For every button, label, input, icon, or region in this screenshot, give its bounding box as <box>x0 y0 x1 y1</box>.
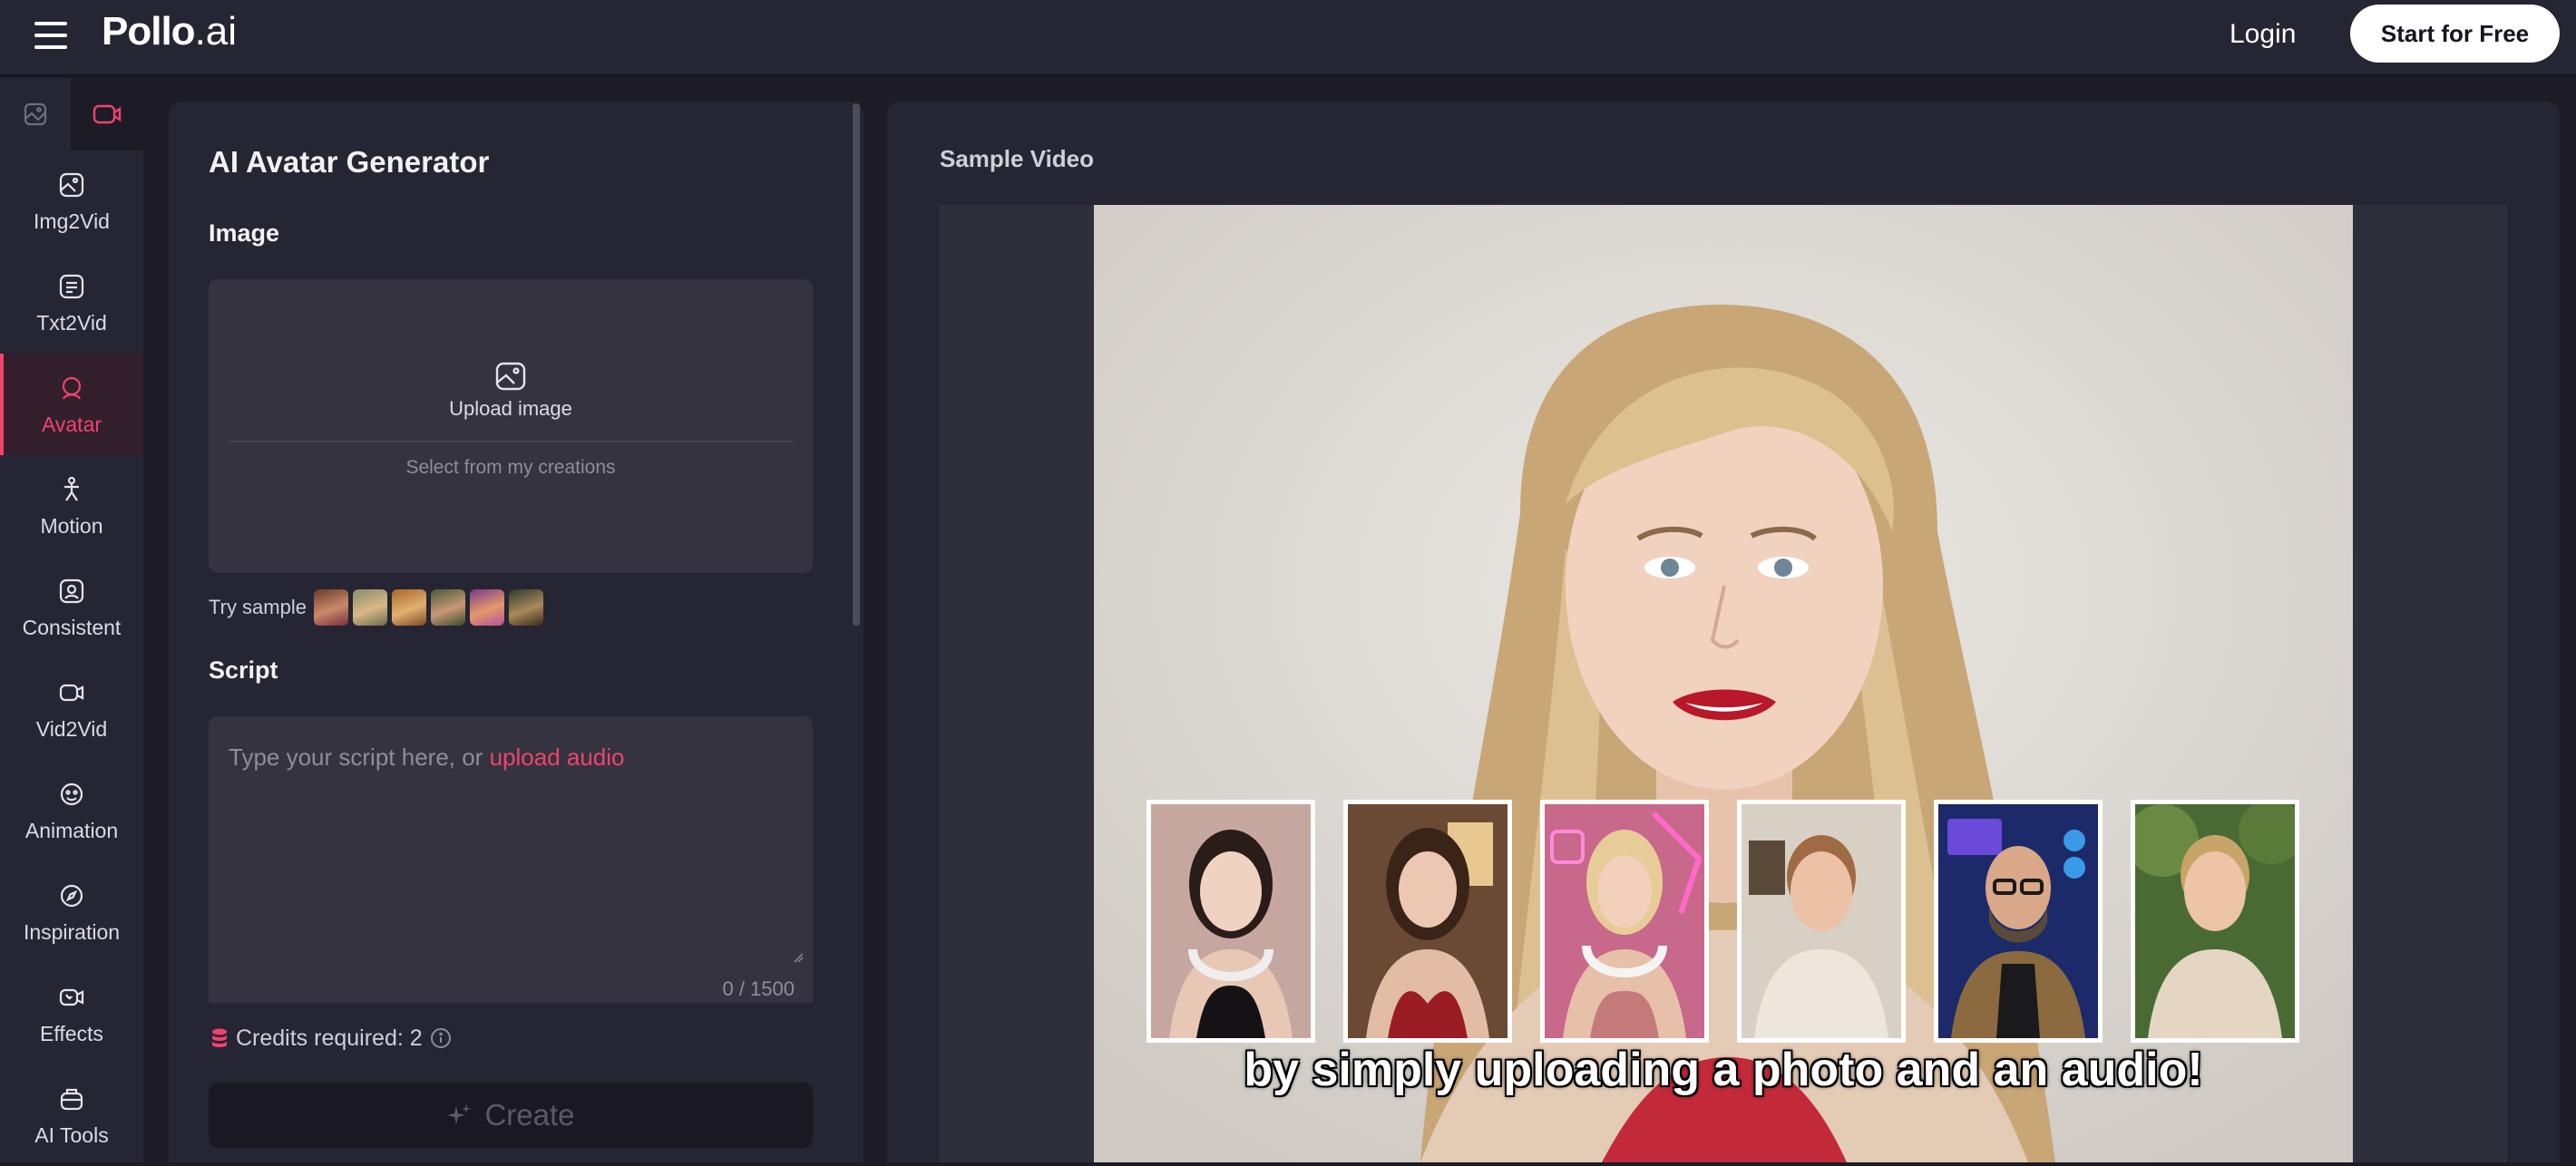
upload-audio-link[interactable]: upload audio <box>490 743 625 771</box>
sample-thumbnail[interactable] <box>313 589 348 626</box>
sidebar-item-effects[interactable]: Effects <box>0 963 143 1064</box>
video-caption: by simply uploading a photo and an audio… <box>1244 1044 2203 1096</box>
sidebar-item-ai-tools[interactable]: AI Tools <box>0 1064 143 1166</box>
sparkle-icon <box>447 1104 472 1124</box>
sidebar-item-label: Effects <box>40 1021 103 1045</box>
sample-avatar-card <box>1147 800 1315 1043</box>
avatar-icon <box>56 373 87 403</box>
sample-avatar-card <box>1343 800 1512 1043</box>
avatar-photo <box>1545 804 1704 1038</box>
sidebar-item-label: Animation <box>24 818 119 842</box>
avatar-photo <box>1348 804 1508 1038</box>
sample-avatar-card <box>2131 800 2299 1043</box>
sidebar-item-img2vid[interactable]: Img2Vid <box>0 151 143 252</box>
sidebar-item-animation[interactable]: Animation <box>0 760 143 861</box>
sidebar-item-label: Consistent <box>22 615 122 639</box>
hamburger-icon[interactable] <box>34 22 69 49</box>
sidebar-item-motion[interactable]: Motion <box>0 455 143 557</box>
login-link[interactable]: Login <box>2230 16 2296 53</box>
consistent-icon <box>56 576 87 607</box>
toolbox-icon <box>56 1083 87 1114</box>
effects-icon <box>56 982 87 1013</box>
sample-thumbnail[interactable] <box>391 589 426 626</box>
sample-avatar-card <box>1737 800 1906 1043</box>
try-sample-label: Try sample <box>209 596 307 618</box>
sample-thumbnail[interactable] <box>469 589 504 626</box>
sidebar-item-label: Motion <box>40 513 103 538</box>
upload-image-label: Upload image <box>449 397 572 420</box>
sidebar-item-label: Txt2Vid <box>36 310 107 335</box>
avatar-form-panel: AI Avatar Generator Image Upload image S… <box>169 102 864 1162</box>
sidebar-item-vid2vid[interactable]: Vid2Vid <box>0 658 143 760</box>
sidebar-item-label: Avatar <box>41 412 102 436</box>
sidebar: Img2Vid Txt2Vid Avatar Motion Consistent… <box>0 78 143 1162</box>
script-textarea[interactable]: Type your script here, or upload audio 0… <box>209 716 813 1003</box>
try-sample-row: Try sample <box>209 588 548 627</box>
image-mode-tab[interactable] <box>0 78 71 151</box>
credits-coin-icon <box>212 1028 227 1047</box>
upload-divider <box>229 441 793 442</box>
avatar-photo <box>1742 804 1901 1038</box>
img2vid-icon <box>56 170 87 200</box>
logo[interactable]: Pollo.ai <box>102 9 237 54</box>
sample-avatar-card <box>1934 800 2103 1043</box>
video-mode-tab[interactable] <box>71 78 143 151</box>
page-title: AI Avatar Generator <box>209 145 490 179</box>
image-section-label: Image <box>209 219 280 247</box>
credits-required-label: Credits required: 2 <box>236 1025 423 1051</box>
sidebar-item-txt2vid[interactable]: Txt2Vid <box>0 252 143 354</box>
sidebar-item-avatar[interactable]: Avatar <box>0 354 143 455</box>
start-for-free-button[interactable]: Start for Free <box>2350 5 2560 63</box>
logo-main: Pollo <box>102 9 196 53</box>
avatar-photo <box>2135 804 2295 1038</box>
sidebar-item-label: AI Tools <box>34 1122 109 1147</box>
animation-icon <box>56 779 87 810</box>
top-bar: Pollo.ai Login Start for Free <box>0 0 2576 76</box>
credits-row: Credits required: 2 <box>210 1025 452 1052</box>
sample-thumbnail[interactable] <box>508 589 543 626</box>
image-upload-area[interactable]: Upload image Select from my creations <box>209 279 813 573</box>
sidebar-item-label: Inspiration <box>23 919 121 944</box>
script-placeholder-text: Type your script here, or <box>229 743 483 771</box>
create-button-label: Create <box>484 1098 575 1132</box>
character-count: 0 / 1500 <box>722 977 795 1000</box>
upload-image-button[interactable]: Upload image <box>209 361 813 433</box>
sample-avatar-strip <box>1147 800 2308 1043</box>
avatar-photo <box>1151 804 1311 1038</box>
script-section-label: Script <box>209 656 278 684</box>
sidebar-item-label: Img2Vid <box>34 209 110 233</box>
sample-avatar-card <box>1540 800 1709 1043</box>
sample-video-player[interactable]: by simply uploading a photo and an audio… <box>940 205 2507 1162</box>
preview-panel: Sample Video by simply uploading a photo… <box>887 102 2560 1162</box>
image-mode-icon <box>24 102 47 126</box>
sample-video-frame: by simply uploading a photo and an audio… <box>1094 205 2353 1162</box>
select-from-creations-link[interactable]: Select from my creations <box>209 457 813 479</box>
preview-title: Sample Video <box>940 145 1095 172</box>
info-icon[interactable] <box>430 1027 452 1049</box>
mode-toggle <box>0 78 143 151</box>
script-placeholder: Type your script here, or upload audio <box>229 743 625 772</box>
txt2vid-icon <box>56 271 87 302</box>
sidebar-item-consistent[interactable]: Consistent <box>0 557 143 658</box>
form-scrollbar[interactable] <box>853 103 860 626</box>
logo-suffix: .ai <box>194 9 238 53</box>
sidebar-item-inspiration[interactable]: Inspiration <box>0 861 143 963</box>
create-button[interactable]: Create <box>209 1083 813 1148</box>
sample-thumbnail[interactable] <box>430 589 465 626</box>
sidebar-item-label: Vid2Vid <box>35 716 108 741</box>
sample-thumbnail[interactable] <box>352 589 387 626</box>
video-mode-icon <box>93 104 122 124</box>
avatar-photo <box>1938 804 2098 1038</box>
resize-grip-icon[interactable] <box>793 952 804 963</box>
compass-icon <box>56 880 87 911</box>
vid2vid-icon <box>56 677 87 708</box>
upload-image-icon <box>495 362 526 391</box>
motion-icon <box>56 474 87 505</box>
